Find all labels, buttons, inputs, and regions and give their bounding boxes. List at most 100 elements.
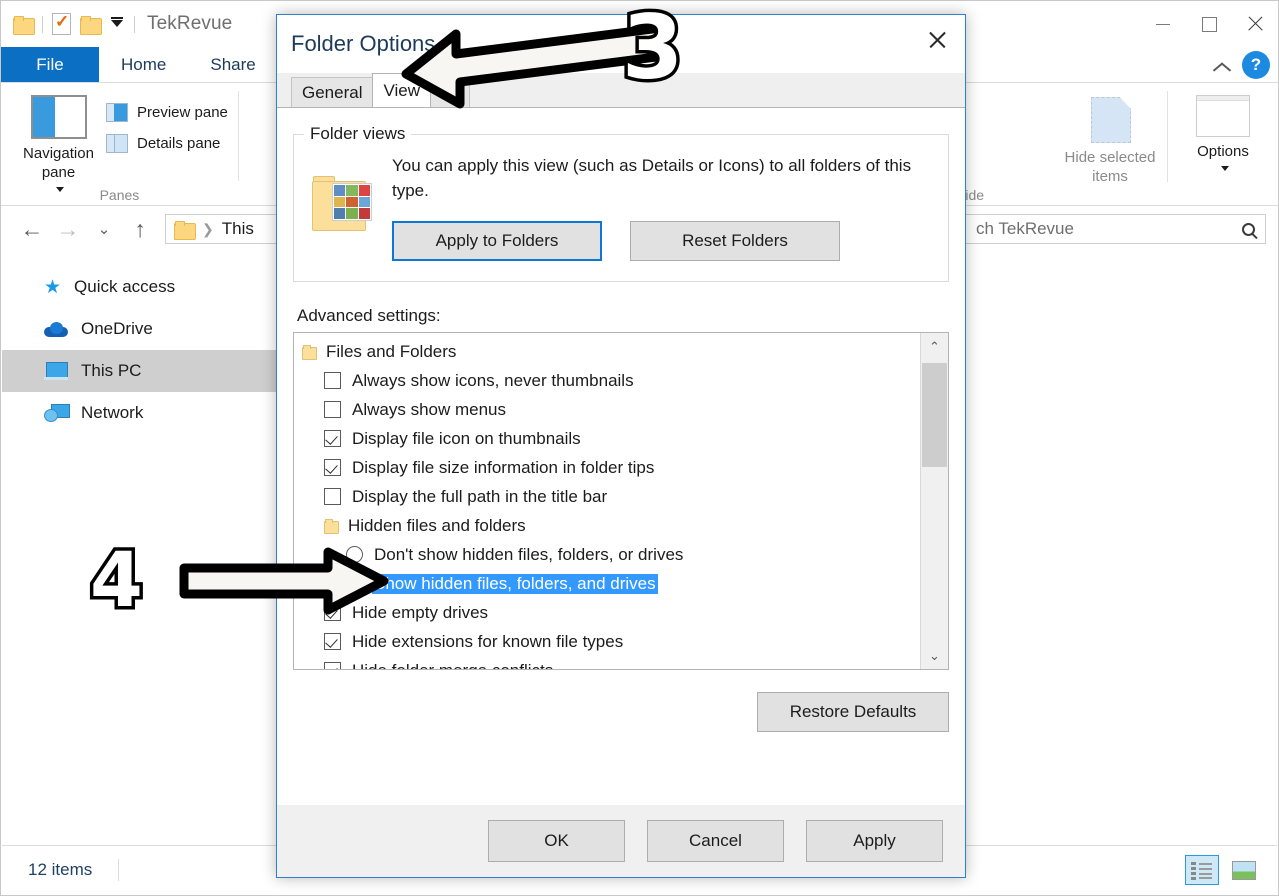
tab-file[interactable]: File	[1, 47, 99, 82]
pc-icon	[44, 362, 68, 380]
customize-caret-icon[interactable]	[109, 16, 125, 32]
view-toggle-group	[1185, 855, 1261, 885]
folder-views-icon	[310, 173, 374, 237]
navigation-pane: ★ Quick access OneDrive This PC Network	[2, 252, 277, 845]
setting-label: Don't show hidden files, folders, or dri…	[374, 544, 684, 564]
divider	[118, 859, 120, 881]
forward-button[interactable]: →	[51, 212, 85, 246]
checkbox[interactable]	[324, 662, 341, 669]
details-view-button[interactable]	[1185, 855, 1219, 885]
maximize-icon	[1201, 16, 1217, 32]
window-controls[interactable]	[1140, 1, 1278, 47]
chevron-down-icon[interactable]	[1220, 166, 1229, 171]
properties-icon[interactable]	[52, 12, 71, 35]
dialog-close-button[interactable]	[909, 15, 965, 65]
new-folder-icon[interactable]	[80, 15, 102, 35]
divider	[134, 15, 135, 33]
checkbox[interactable]	[324, 604, 341, 621]
checkbox[interactable]	[324, 459, 341, 476]
advanced-settings-items: Files and Folders Always show icons, neve…	[294, 333, 920, 669]
scroll-up-icon[interactable]: ⌃	[921, 333, 948, 360]
tab-general[interactable]: General	[291, 77, 374, 107]
minimize-button[interactable]	[1140, 1, 1186, 47]
settings-checkbox-item[interactable]: Always show menus	[294, 395, 920, 424]
reset-folders-button[interactable]: Reset Folders	[630, 221, 840, 261]
minimize-icon	[1156, 23, 1170, 25]
navigation-buttons: ← → ⌄ ↑	[1, 212, 157, 246]
setting-label: Hidden files and folders	[348, 515, 526, 535]
folder-views-legend: Folder views	[304, 124, 412, 144]
details-view-icon	[1191, 861, 1213, 880]
checkbox[interactable]	[324, 633, 341, 650]
folder-icon[interactable]	[13, 15, 35, 35]
settings-radio-item[interactable]: Show hidden files, folders, and drives	[294, 569, 920, 598]
details-pane-label: Details pane	[137, 135, 221, 152]
cloud-icon	[44, 321, 68, 337]
settings-checkbox-item[interactable]: Hide empty drives	[294, 598, 920, 627]
restore-defaults-button[interactable]: Restore Defaults	[757, 692, 949, 732]
scroll-down-icon[interactable]: ⌄	[921, 642, 948, 669]
apply-button[interactable]: Apply	[806, 820, 943, 862]
search-input[interactable]: ch TekRevue	[966, 214, 1266, 244]
scrollbar[interactable]: ⌃ ⌄	[920, 333, 948, 669]
settings-group-header[interactable]: Files and Folders	[294, 337, 920, 366]
quick-access-toolbar[interactable]	[13, 12, 135, 35]
radio-button[interactable]	[346, 546, 363, 563]
preview-pane-button[interactable]: Preview pane	[106, 103, 228, 122]
setting-label: Display file icon on thumbnails	[352, 428, 581, 448]
settings-checkbox-item[interactable]: Always show icons, never thumbnails	[294, 366, 920, 395]
checkbox[interactable]	[324, 372, 341, 389]
settings-checkbox-item[interactable]: Hide extensions for known file types	[294, 627, 920, 656]
setting-label: Always show menus	[352, 399, 507, 419]
collapse-ribbon-icon[interactable]	[1213, 57, 1230, 74]
ok-button[interactable]: OK	[488, 820, 625, 862]
settings-checkbox-item[interactable]: Display file icon on thumbnails	[294, 424, 920, 453]
sidebar-item-label: OneDrive	[81, 319, 153, 338]
folder-options-dialog: Folder Options General View ch Folder vi…	[276, 14, 966, 878]
tab-search[interactable]: ch	[430, 77, 470, 107]
help-button[interactable]: ?	[1242, 51, 1270, 79]
folder-icon	[174, 220, 196, 240]
options-label: Options	[1197, 143, 1249, 160]
sidebar-item-onedrive[interactable]: OneDrive	[2, 308, 277, 350]
chevron-right-icon: ❯	[202, 220, 214, 237]
tab-share[interactable]: Share	[188, 47, 277, 82]
up-button[interactable]: ↑	[123, 212, 157, 246]
checkbox[interactable]	[324, 401, 341, 418]
tab-home[interactable]: Home	[99, 47, 188, 82]
maximize-button[interactable]	[1186, 1, 1232, 47]
settings-checkbox-item[interactable]: Display the full path in the title bar	[294, 482, 920, 511]
radio-button[interactable]	[346, 575, 363, 592]
settings-checkbox-item[interactable]: Hide folder merge conflicts	[294, 656, 920, 669]
breadcrumb-segment[interactable]: This	[222, 219, 254, 239]
sidebar-item-label: This PC	[81, 361, 142, 380]
details-pane-button[interactable]: Details pane	[106, 134, 228, 153]
options-button[interactable]: Options	[1168, 83, 1278, 206]
settings-radio-item[interactable]: Don't show hidden files, folders, or dri…	[294, 540, 920, 569]
scrollbar-thumb[interactable]	[922, 363, 947, 467]
sidebar-item-this-pc[interactable]: This PC	[2, 350, 277, 392]
cancel-button[interactable]: Cancel	[647, 820, 784, 862]
settings-checkbox-item[interactable]: Display file size information in folder …	[294, 453, 920, 482]
checkbox[interactable]	[324, 430, 341, 447]
advanced-settings-list[interactable]: Files and Folders Always show icons, neve…	[293, 332, 949, 670]
large-icons-view-button[interactable]	[1227, 855, 1261, 885]
ribbon-right-groups: boxes xtensions s how/hide Hide selected…	[928, 83, 1278, 206]
options-icon	[1196, 95, 1250, 137]
recent-locations-icon[interactable]: ⌄	[87, 212, 121, 246]
checkbox[interactable]	[324, 488, 341, 505]
sidebar-item-quick-access[interactable]: ★ Quick access	[2, 266, 277, 308]
hide-selected-items-button[interactable]: Hide selected items	[1053, 83, 1167, 206]
close-icon	[927, 30, 947, 50]
tab-view[interactable]: View	[372, 73, 432, 107]
sidebar-item-network[interactable]: Network	[2, 392, 277, 434]
apply-to-folders-button[interactable]: Apply to Folders	[392, 221, 602, 261]
setting-label: Display the full path in the title bar	[352, 486, 608, 506]
setting-label: Hide extensions for known file types	[352, 631, 624, 651]
large-icons-view-icon	[1232, 860, 1256, 880]
back-button[interactable]: ←	[15, 212, 49, 246]
folder-views-description: You can apply this view (such as Details…	[392, 156, 912, 200]
folder-views-section: Folder views You can apply this view (su…	[293, 124, 949, 282]
settings-group-header[interactable]: Hidden files and folders	[294, 511, 920, 540]
close-button[interactable]	[1232, 1, 1278, 47]
